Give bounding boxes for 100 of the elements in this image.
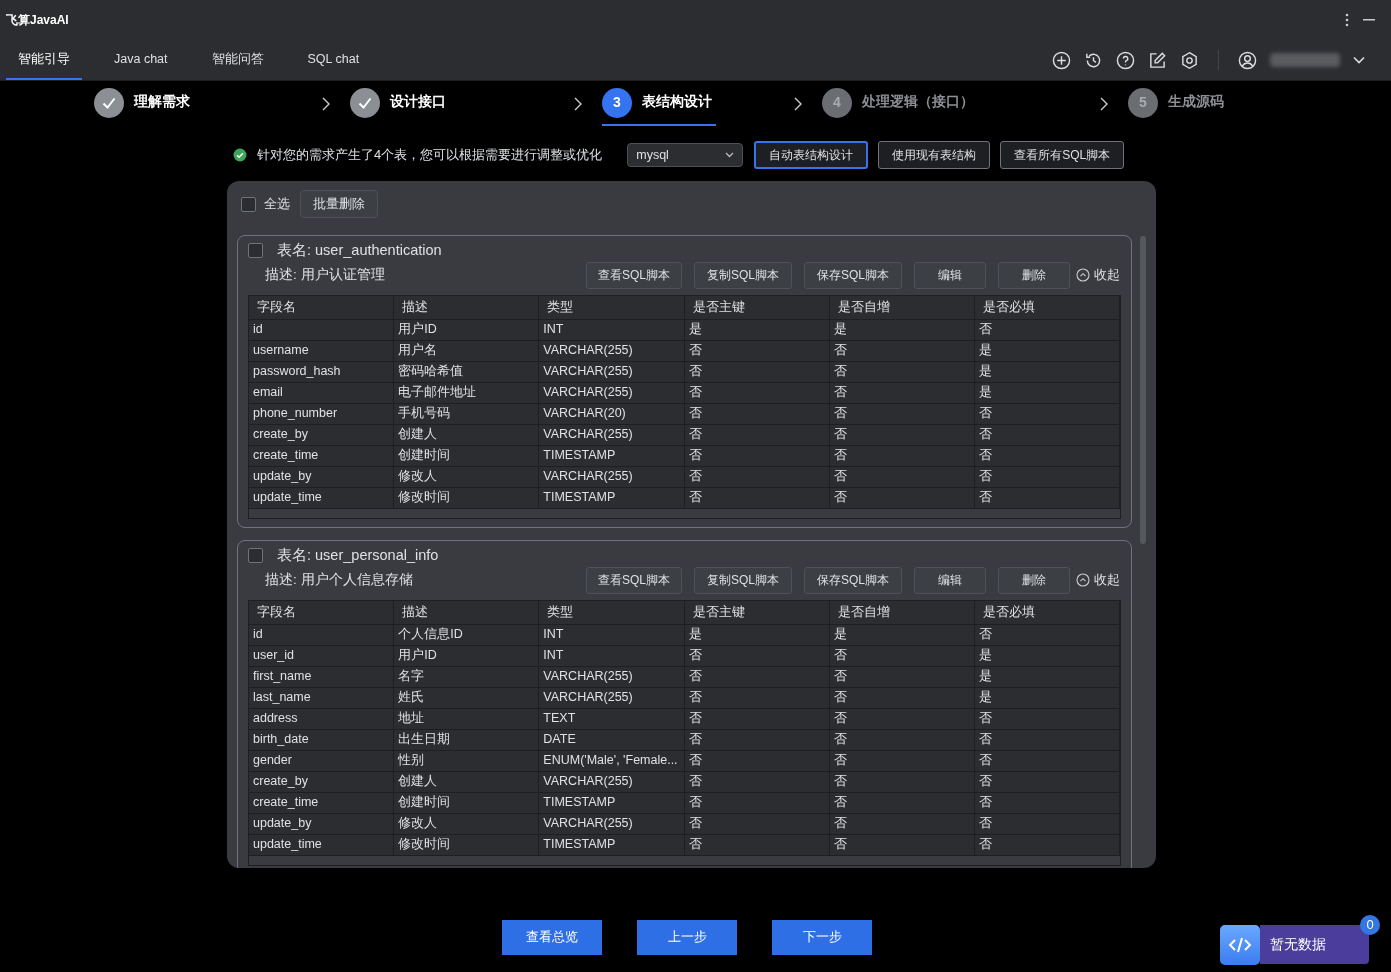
table-cell: 否 bbox=[684, 466, 830, 488]
table-cell: VARCHAR(255) bbox=[539, 771, 685, 793]
table-cell: 是 bbox=[974, 687, 1120, 709]
table-cell: 否 bbox=[974, 792, 1120, 814]
column-header: 类型 bbox=[539, 295, 685, 320]
step-item[interactable]: 5 生成源码 bbox=[1128, 81, 1228, 126]
batch-delete-button[interactable]: 批量删除 bbox=[300, 190, 378, 218]
checkbox[interactable] bbox=[248, 548, 263, 564]
table-cell: 性别 bbox=[394, 750, 540, 772]
table-cell: 否 bbox=[829, 834, 975, 856]
chevron-right-icon bbox=[322, 96, 330, 111]
table-cell: 否 bbox=[684, 750, 830, 772]
table-cell: 否 bbox=[974, 403, 1120, 425]
success-icon bbox=[233, 148, 247, 162]
collapse-button[interactable]: 收起 bbox=[1076, 570, 1120, 590]
table-cell: VARCHAR(255) bbox=[539, 340, 685, 362]
nav-button[interactable]: 查看总览 bbox=[502, 920, 602, 955]
step-item[interactable]: 理解需求 bbox=[94, 81, 194, 126]
table-cell: 是 bbox=[974, 666, 1120, 688]
tab[interactable]: Java chat bbox=[102, 40, 180, 80]
nav-button[interactable]: 上一步 bbox=[637, 920, 737, 955]
scrollbar[interactable] bbox=[1140, 236, 1146, 544]
table-cell: 否 bbox=[684, 382, 830, 404]
table-cell: 否 bbox=[829, 729, 975, 751]
action-button[interactable]: 复制SQL脚本 bbox=[694, 261, 792, 289]
edit-icon[interactable] bbox=[1148, 50, 1167, 70]
table-name: 表名: user_personal_info bbox=[277, 545, 439, 565]
table-cell: TIMESTAMP bbox=[539, 792, 685, 814]
more-icon[interactable] bbox=[1345, 13, 1349, 27]
table-cell: 否 bbox=[974, 813, 1120, 835]
action-button[interactable]: 查看所有SQL脚本 bbox=[1000, 141, 1125, 169]
action-button[interactable]: 复制SQL脚本 bbox=[694, 566, 792, 594]
step-item[interactable]: 4 处理逻辑（接口） bbox=[822, 81, 978, 126]
table-cell: 修改人 bbox=[394, 466, 540, 488]
table-cell: 否 bbox=[974, 466, 1120, 488]
table-cell: last_name bbox=[249, 687, 395, 709]
action-button[interactable]: 查看SQL脚本 bbox=[586, 261, 682, 289]
tab[interactable]: SQL chat bbox=[295, 40, 372, 80]
table-cell: VARCHAR(255) bbox=[539, 687, 685, 709]
table-cell: 否 bbox=[974, 424, 1120, 446]
action-button[interactable]: 查看SQL脚本 bbox=[586, 566, 682, 594]
table-cell: update_time bbox=[249, 487, 395, 509]
tab[interactable]: 智能引导 bbox=[6, 40, 82, 80]
tab[interactable]: 智能问答 bbox=[199, 40, 276, 80]
table-cell: 否 bbox=[974, 708, 1120, 730]
table-cell: 否 bbox=[684, 687, 830, 709]
table-cell: 否 bbox=[684, 645, 830, 667]
action-button[interactable]: 删除 bbox=[998, 261, 1070, 289]
action-button[interactable]: 自动表结构设计 bbox=[754, 141, 869, 169]
action-button[interactable]: 编辑 bbox=[914, 566, 986, 594]
user-icon[interactable] bbox=[1238, 50, 1257, 70]
table-cell: TIMESTAMP bbox=[539, 445, 685, 467]
action-button[interactable]: 编辑 bbox=[914, 261, 986, 289]
table-cell: user_id bbox=[249, 645, 395, 667]
table-cell: update_time bbox=[249, 834, 395, 856]
table-cell: 创建时间 bbox=[394, 792, 540, 814]
chevron-up-icon bbox=[1076, 573, 1090, 587]
table-cell: 否 bbox=[684, 361, 830, 383]
settings-icon[interactable] bbox=[1180, 50, 1199, 70]
table-cell: 是 bbox=[974, 340, 1120, 362]
column-header: 字段名 bbox=[249, 295, 395, 320]
minimize-icon[interactable] bbox=[1363, 19, 1375, 21]
column-header: 描述 bbox=[394, 600, 540, 625]
table-cell: 是 bbox=[684, 624, 830, 646]
table-cell: VARCHAR(255) bbox=[539, 466, 685, 488]
table-cell: 否 bbox=[974, 624, 1120, 646]
column-header: 是否必填 bbox=[974, 295, 1120, 320]
table-cell: 否 bbox=[684, 666, 830, 688]
add-icon[interactable] bbox=[1052, 50, 1071, 70]
column-header: 是否自增 bbox=[829, 295, 975, 320]
checkbox[interactable] bbox=[241, 196, 256, 212]
table-cell: 否 bbox=[974, 319, 1120, 341]
column-header: 是否自增 bbox=[829, 600, 975, 625]
blurred-username bbox=[1270, 53, 1340, 67]
table-cell: phone_number bbox=[249, 403, 395, 425]
table-cell: 用户ID bbox=[394, 645, 540, 667]
help-icon[interactable] bbox=[1116, 50, 1135, 70]
table-cell: TEXT bbox=[539, 708, 685, 730]
checkbox[interactable] bbox=[248, 243, 263, 259]
table-cell: VARCHAR(255) bbox=[539, 361, 685, 383]
action-button[interactable]: 使用现有表结构 bbox=[878, 141, 991, 169]
table-cell: 否 bbox=[829, 382, 975, 404]
code-icon[interactable] bbox=[1220, 925, 1260, 965]
database-select[interactable]: mysql bbox=[627, 143, 744, 167]
chevron-down-icon[interactable] bbox=[1353, 56, 1365, 64]
action-button[interactable]: 删除 bbox=[998, 566, 1070, 594]
nav-button[interactable]: 下一步 bbox=[772, 920, 872, 955]
table-cell: 出生日期 bbox=[394, 729, 540, 751]
table-cell: VARCHAR(255) bbox=[539, 424, 685, 446]
table-cell: 否 bbox=[684, 340, 830, 362]
table-cell: VARCHAR(255) bbox=[539, 382, 685, 404]
step-item[interactable]: 3 表结构设计 bbox=[602, 81, 716, 126]
table-cell: 否 bbox=[829, 466, 975, 488]
step-item[interactable]: 设计接口 bbox=[350, 81, 450, 126]
table-cell: 否 bbox=[684, 771, 830, 793]
action-button[interactable]: 保存SQL脚本 bbox=[804, 261, 902, 289]
table-cell: 用户名 bbox=[394, 340, 540, 362]
action-button[interactable]: 保存SQL脚本 bbox=[804, 566, 902, 594]
collapse-button[interactable]: 收起 bbox=[1076, 265, 1120, 285]
table-cell: 姓氏 bbox=[394, 687, 540, 709]
